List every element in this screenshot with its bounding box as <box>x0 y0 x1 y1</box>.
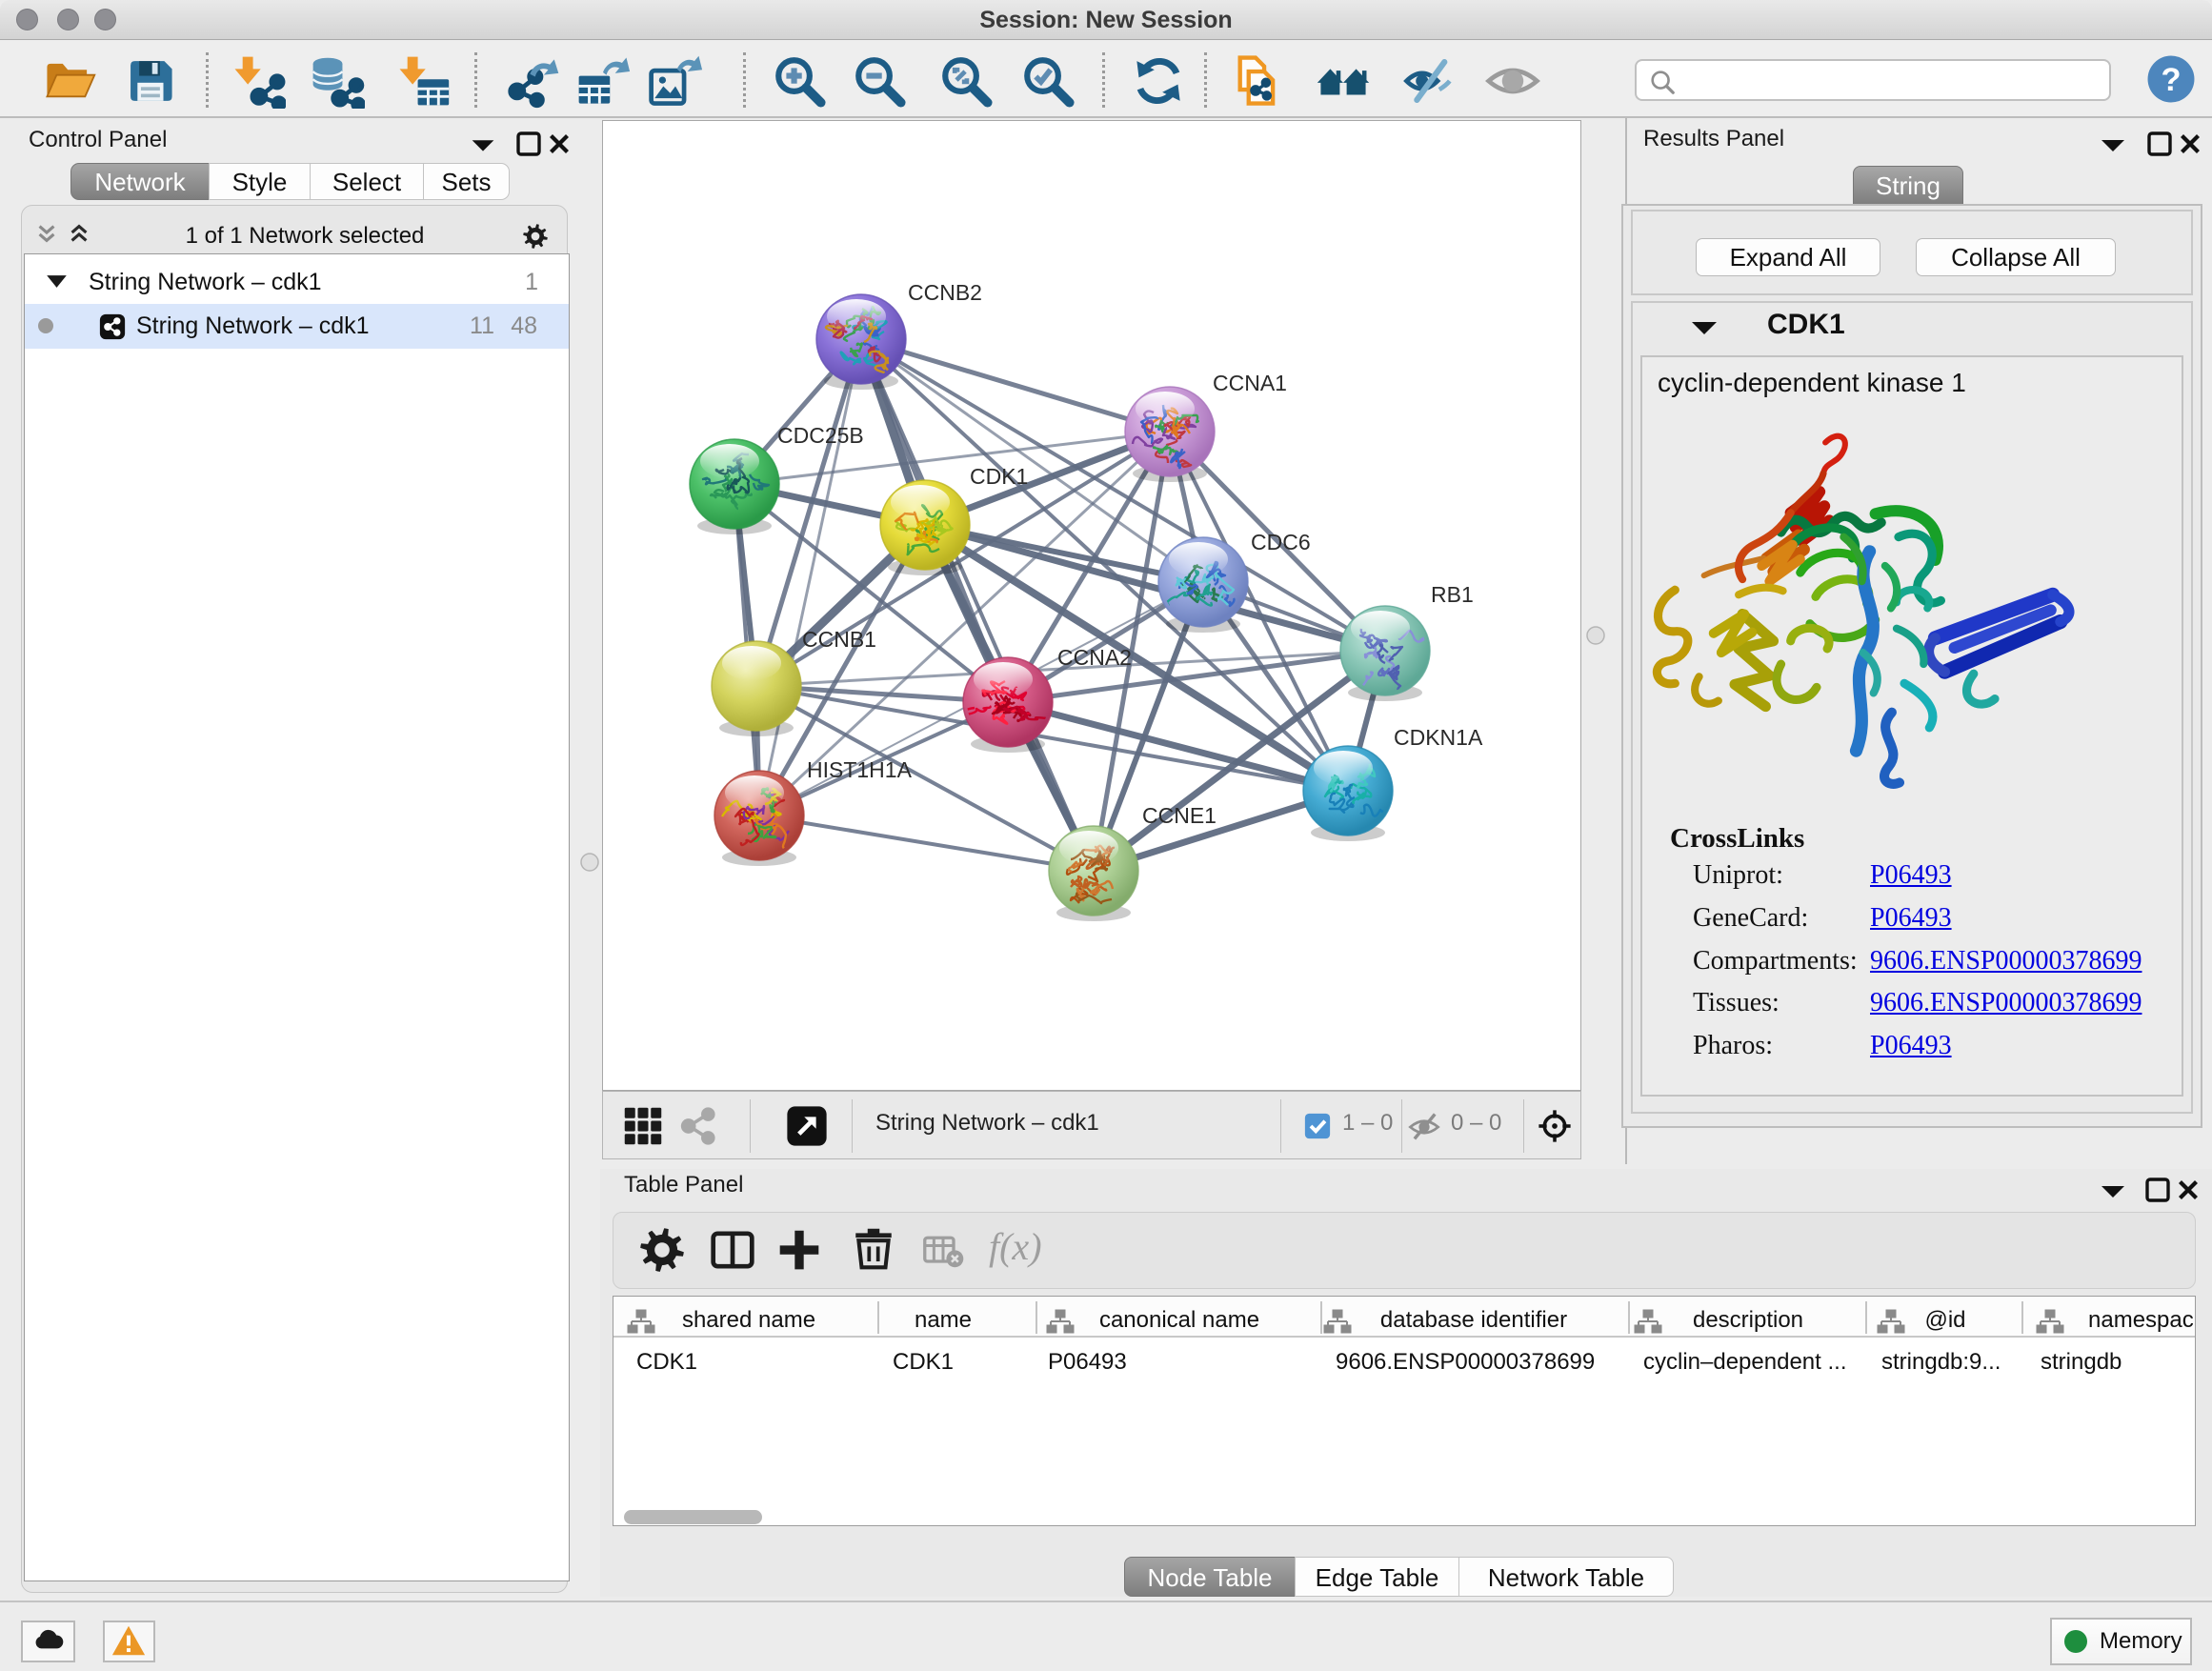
svg-text:CDKN1A: CDKN1A <box>1394 725 1483 750</box>
svg-text:CCNA1: CCNA1 <box>1213 371 1287 395</box>
svg-text:CCNE1: CCNE1 <box>1142 803 1217 828</box>
svg-text:CCNA2: CCNA2 <box>1057 645 1132 670</box>
svg-text:CDC6: CDC6 <box>1251 530 1311 554</box>
svg-text:RB1: RB1 <box>1431 582 1474 607</box>
svg-text:CDC25B: CDC25B <box>777 423 864 448</box>
svg-text:CCNB1: CCNB1 <box>802 627 876 652</box>
svg-text:CDK1: CDK1 <box>970 464 1028 489</box>
svg-text:HIST1H1A: HIST1H1A <box>807 757 913 782</box>
svg-text:CCNB2: CCNB2 <box>908 280 982 305</box>
svg-text:?: ? <box>2161 62 2181 98</box>
